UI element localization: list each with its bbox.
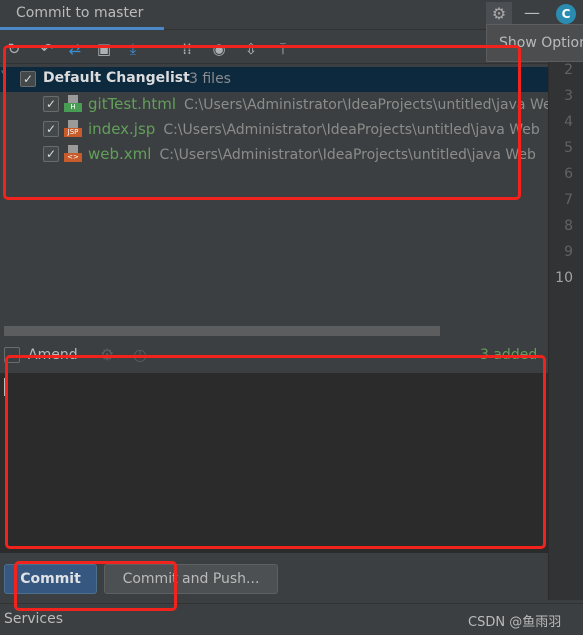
highlight-box (14, 561, 177, 611)
tab-commit[interactable]: Commit to master (0, 0, 164, 30)
watermark: CSDN @鱼雨羽 (468, 615, 562, 630)
line-number: 2 (564, 62, 573, 78)
editor-gutter: 2 3 4 5 6 7 8 9 10 (548, 62, 583, 600)
gear-icon[interactable]: ⚙ (486, 2, 512, 26)
highlight-box (5, 355, 546, 549)
line-number: 8 (564, 218, 573, 234)
line-number: 6 (564, 166, 573, 182)
horizontal-scrollbar[interactable] (4, 326, 440, 336)
line-number: 7 (564, 192, 573, 208)
line-number: 5 (564, 140, 573, 156)
services-tab[interactable]: Services (4, 611, 63, 627)
highlight-box (3, 45, 521, 200)
minimize-icon[interactable]: — (520, 2, 544, 26)
line-number: 4 (564, 114, 573, 130)
line-number-current: 10 (555, 270, 573, 286)
line-number: 3 (564, 88, 573, 104)
line-number: 9 (564, 244, 573, 260)
app-logo-icon: C (556, 4, 576, 24)
